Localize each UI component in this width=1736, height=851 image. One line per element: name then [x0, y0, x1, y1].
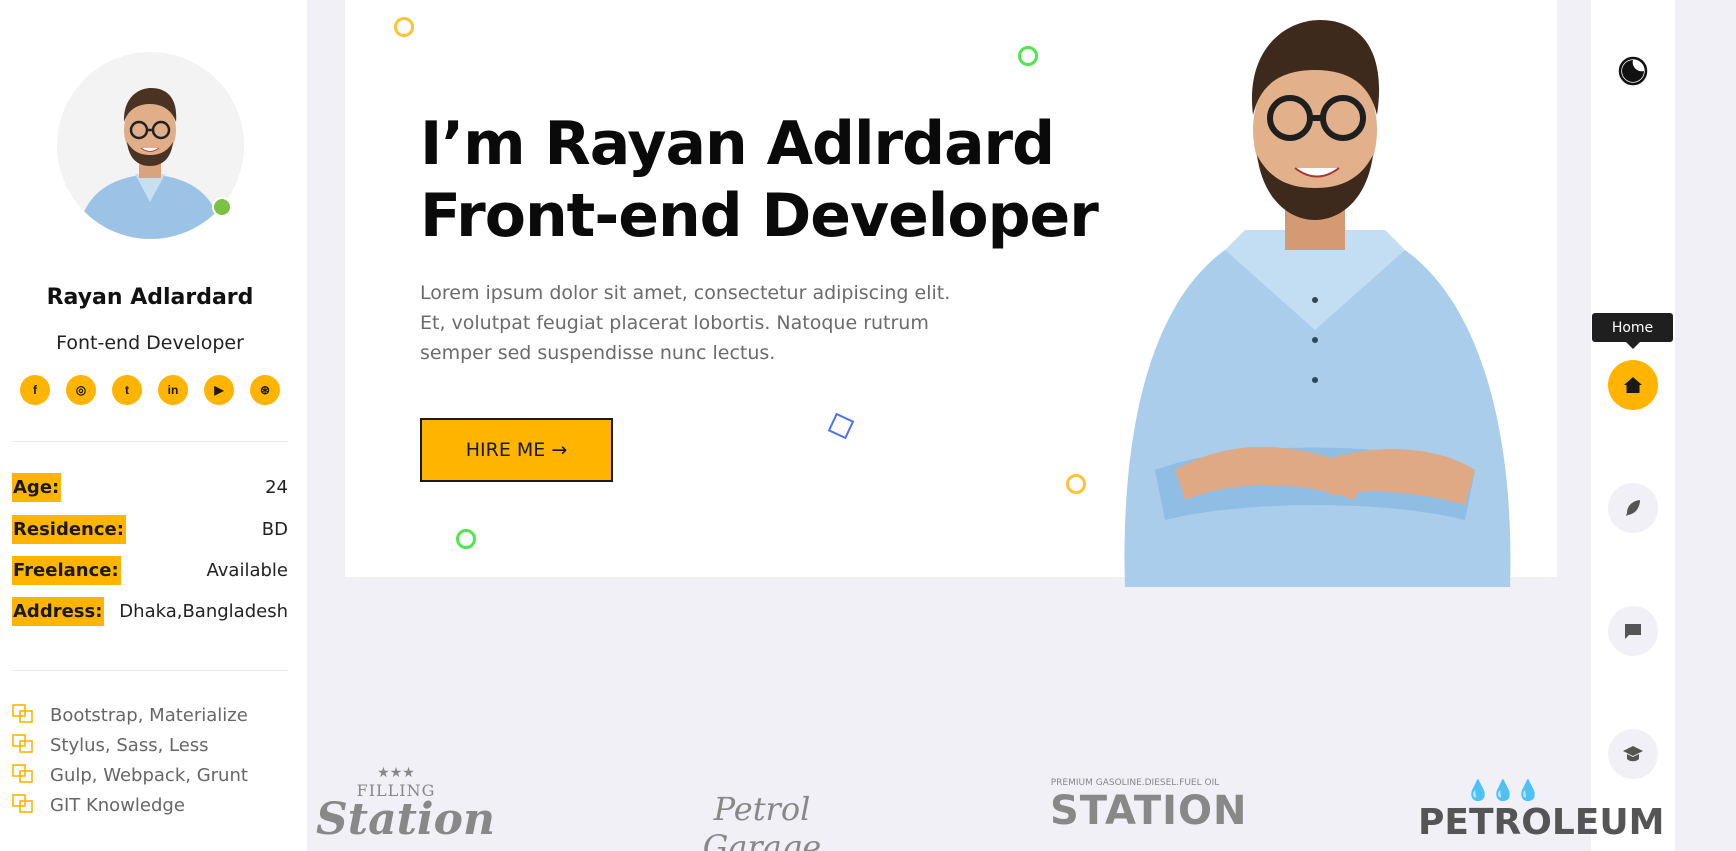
moon-icon [1618, 56, 1648, 86]
instagram-icon[interactable]: ◎ [66, 375, 96, 405]
decor-circle [394, 17, 414, 37]
decor-circle [1066, 474, 1086, 494]
logo-text: PETROLEUM [1418, 802, 1665, 843]
list-item: Bootstrap, Materialize [12, 700, 248, 730]
info-label: Residence: [12, 514, 126, 544]
social-links: f ◎ t in ▶ ⊛ [20, 375, 280, 405]
copy-squares-icon [12, 794, 36, 816]
logo-petroleum: 💧💧💧 PETROLEUM [1418, 778, 1665, 843]
hero-title: I’m Rayan Adlrdard Front-end Developer [420, 108, 1099, 252]
nav-messages[interactable] [1608, 606, 1658, 656]
hire-me-button[interactable]: HIRE ME → [420, 418, 613, 482]
home-tooltip: Home [1592, 313, 1673, 349]
facebook-icon[interactable]: f [20, 375, 50, 405]
copy-squares-icon [12, 734, 36, 756]
dribbble-icon[interactable]: ⊛ [250, 375, 280, 405]
divider [12, 670, 288, 671]
home-icon [1624, 377, 1642, 393]
skills-list: Bootstrap, Materialize Stylus, Sass, Les… [12, 700, 248, 820]
twitter-icon[interactable]: t [112, 375, 142, 405]
profile-role: Font-end Developer [56, 332, 244, 354]
logo-text: PREMIUM GASOLINE.DIESEL.FUEL OIL [1050, 778, 1220, 788]
info-row-age: Age: 24 [12, 472, 288, 502]
decor-circle [456, 529, 476, 549]
stars-icon: ★★★ [377, 765, 415, 781]
hero-title-line: Front-end Developer [420, 181, 1099, 251]
online-status-dot [212, 197, 232, 217]
info-value: 24 [265, 476, 288, 498]
profile-name: Rayan Adlardard [46, 285, 254, 310]
skill-label: Stylus, Sass, Less [50, 734, 209, 756]
nav-home[interactable] [1608, 360, 1658, 410]
list-item: Gulp, Webpack, Grunt [12, 760, 248, 790]
logo-text: Station [316, 794, 495, 845]
info-label: Address: [12, 596, 105, 626]
profile-sidebar: Rayan Adlardard Font-end Developer f ◎ t… [0, 0, 307, 851]
copy-squares-icon [12, 764, 36, 786]
logo-petrol-garage: Petrol Garage [672, 790, 852, 851]
info-value: Dhaka,Bangladesh [119, 600, 288, 622]
copy-squares-icon [12, 704, 36, 726]
nav-about[interactable] [1608, 483, 1658, 533]
decor-circle [1018, 46, 1038, 66]
hero-person-image [1124, 20, 1511, 587]
list-item: GIT Knowledge [12, 790, 248, 820]
right-navigation [1591, 0, 1675, 851]
skill-label: GIT Knowledge [50, 794, 185, 816]
info-value: Available [206, 559, 288, 581]
logo-text: Petrol Garage [702, 790, 822, 851]
hire-me-label: HIRE ME [465, 439, 546, 461]
hero-description: Lorem ipsum dolor sit amet, consectetur … [420, 282, 951, 364]
skill-label: Bootstrap, Materialize [50, 704, 248, 726]
info-label: Age: [12, 472, 62, 502]
feather-icon [1626, 500, 1640, 516]
info-row-freelance: Freelance: Available [12, 555, 288, 585]
info-value: BD [261, 518, 288, 540]
theme-toggle-button[interactable] [1608, 46, 1658, 96]
decor-square [827, 412, 855, 440]
youtube-icon[interactable]: ▶ [204, 375, 234, 405]
info-row-address: Address: Dhaka,Bangladesh [12, 596, 288, 626]
arrow-right-icon: → [551, 439, 568, 461]
logo-filling-station: ★★★ FILLING Station [316, 765, 495, 845]
hero-title-line: I’m Rayan Adlrdard [420, 109, 1055, 179]
logo-station: PREMIUM GASOLINE.DIESEL.FUEL OIL STATION [1050, 778, 1248, 834]
skill-label: Gulp, Webpack, Grunt [50, 764, 248, 786]
info-label: Freelance: [12, 555, 121, 585]
divider [12, 441, 288, 442]
info-row-residence: Residence: BD [12, 514, 288, 544]
nav-education[interactable] [1608, 729, 1658, 779]
droplets-icon: 💧💧💧 [1465, 778, 1541, 802]
graduation-cap-icon [1623, 746, 1643, 762]
chat-icon [1625, 624, 1641, 639]
linkedin-icon[interactable]: in [158, 375, 188, 405]
logo-text: STATION [1050, 788, 1248, 834]
list-item: Stylus, Sass, Less [12, 730, 248, 760]
